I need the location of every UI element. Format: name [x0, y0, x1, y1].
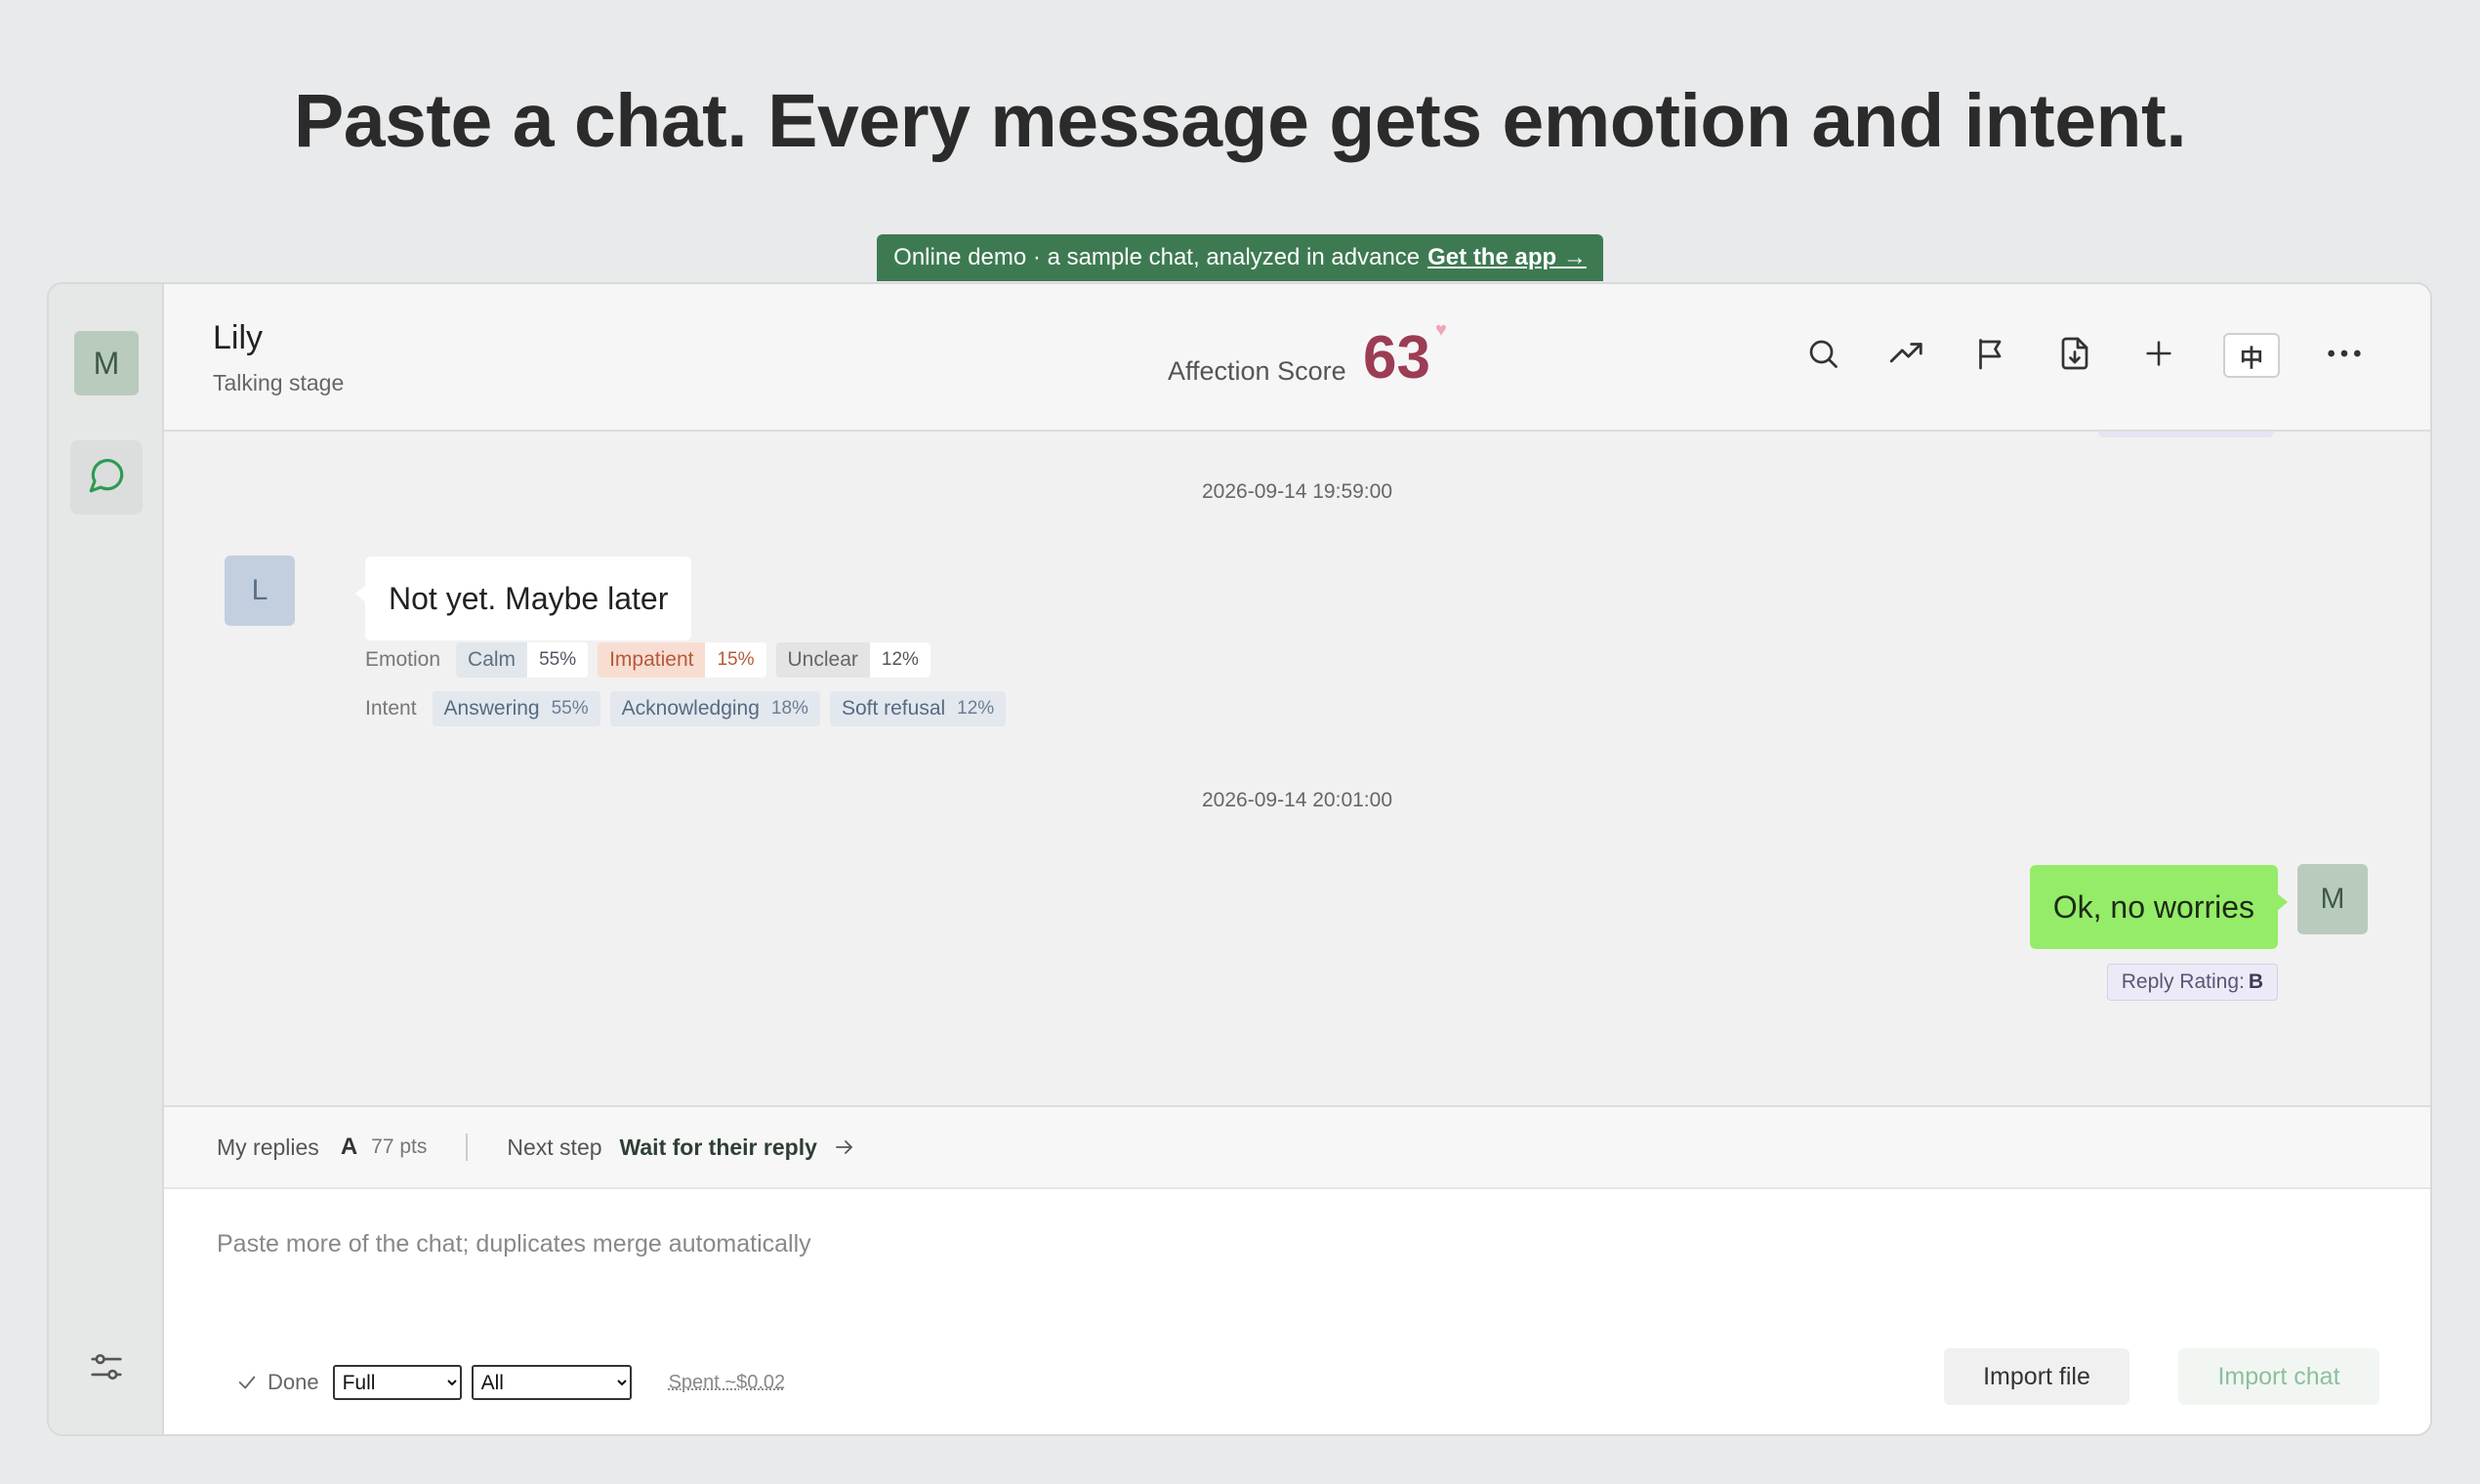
sidebar: M — [49, 284, 164, 1434]
intent-tag[interactable]: Soft refusal 12% — [829, 691, 1007, 726]
intent-tag[interactable]: Acknowledging 18% — [609, 691, 820, 726]
contact-name: Lily — [213, 319, 264, 356]
arrow-right-icon[interactable] — [833, 1135, 856, 1159]
contact-avatar[interactable]: L — [225, 556, 295, 626]
emotion-percent: 12% — [869, 642, 930, 678]
chat-header: Lily Talking stage Affection Score 63 ♥ — [164, 284, 2430, 432]
export-icon — [2057, 336, 2092, 376]
reply-rating-grade: B — [2248, 970, 2263, 993]
flag-icon — [1973, 336, 2008, 376]
emotion-label: Emotion — [365, 648, 441, 671]
emotion-percent: 55% — [527, 642, 589, 678]
heart-icon: ♥ — [1435, 319, 1447, 341]
import-file-button[interactable]: Import file — [1944, 1348, 2129, 1405]
more-icon — [2325, 334, 2364, 378]
status-divider — [466, 1134, 469, 1161]
previous-rating-badge — [2098, 432, 2274, 437]
contact-status: Talking stage — [213, 370, 345, 395]
emotion-tag[interactable]: Calm 55% — [456, 642, 589, 678]
language-toggle-button[interactable]: 中 — [2223, 333, 2280, 378]
intent-name: Soft refusal — [841, 697, 946, 720]
my-avatar[interactable]: M — [2297, 864, 2368, 934]
search-button[interactable] — [1803, 336, 1842, 375]
my-replies-grade: A — [340, 1134, 358, 1160]
composer-options: Done Full All Spent ~$0.02 — [236, 1365, 785, 1400]
sliders-icon — [88, 1348, 125, 1390]
plus-icon — [2142, 337, 2175, 375]
sidebar-avatar[interactable]: M — [74, 331, 139, 395]
intent-percent: 55% — [551, 698, 589, 719]
emotion-tag[interactable]: Impatient 15% — [598, 642, 766, 678]
next-step-label: Next step — [507, 1134, 602, 1160]
emotion-percent: 15% — [705, 642, 766, 678]
spent-cost[interactable]: Spent ~$0.02 — [669, 1372, 786, 1394]
reply-rating-badge[interactable]: Reply Rating: B — [2106, 964, 2278, 1001]
analysis-mode-select[interactable]: Full — [332, 1365, 462, 1400]
message-timestamp: 2026-09-14 20:01:00 — [1202, 789, 1392, 811]
intent-label: Intent — [365, 697, 417, 720]
header-toolbar: 中 — [1803, 333, 2364, 378]
search-icon — [1805, 336, 1840, 376]
trend-button[interactable] — [1887, 336, 1926, 375]
import-chat-button[interactable]: Import chat — [2178, 1348, 2379, 1405]
intent-percent: 12% — [957, 698, 995, 719]
flag-button[interactable] — [1971, 336, 2010, 375]
emotion-tags: Emotion Calm 55% Impatient 15% Unclear 12% — [365, 642, 930, 678]
message-text: Ok, no worries — [2052, 888, 2254, 925]
sidebar-settings-button[interactable] — [86, 1348, 127, 1389]
emotion-name: Unclear — [775, 642, 870, 678]
emotion-name: Impatient — [598, 642, 706, 678]
emotion-name: Calm — [456, 642, 528, 678]
demo-banner-text: Online demo · a sample chat, analyzed in… — [893, 244, 1421, 270]
reply-rating-label: Reply Rating: — [2121, 970, 2245, 993]
intent-name: Acknowledging — [621, 697, 760, 720]
trend-icon — [1888, 335, 1925, 377]
message-list[interactable]: 2026-09-14 19:59:00 L Not yet. Maybe lat… — [164, 432, 2430, 1105]
more-button[interactable] — [2325, 336, 2364, 375]
chat-main: Lily Talking stage Affection Score 63 ♥ — [164, 284, 2430, 1434]
incoming-message-bubble[interactable]: Not yet. Maybe later — [354, 556, 692, 640]
check-icon — [236, 1372, 258, 1393]
intent-percent: 18% — [770, 698, 808, 719]
message-timestamp: 2026-09-14 19:59:00 — [1202, 480, 1392, 503]
demo-banner: Online demo · a sample chat, analyzed in… — [877, 234, 1603, 281]
analysis-scope-select[interactable]: All — [471, 1365, 632, 1400]
intent-tags: Intent Answering 55% Acknowledging 18% Soft r… — [365, 691, 1007, 726]
chat-bubble-icon — [86, 455, 127, 501]
status-bar: My replies A 77 pts Next step Wait for t… — [164, 1105, 2430, 1189]
message-text: Not yet. Maybe later — [389, 580, 669, 616]
done-label: Done — [268, 1370, 319, 1394]
affection-label: Affection Score — [1168, 356, 1346, 386]
intent-name: Answering — [443, 697, 540, 720]
app-window: M Lily Talking stage Affection Score 63 … — [47, 282, 2432, 1436]
sidebar-item-chat[interactable] — [70, 440, 143, 515]
export-button[interactable] — [2055, 336, 2094, 375]
my-replies-label: My replies — [217, 1134, 319, 1160]
composer: Done Full All Spent ~$0.02 Import file I… — [164, 1189, 2430, 1434]
outgoing-message-bubble[interactable]: Ok, no worries — [2029, 865, 2289, 949]
get-app-link[interactable]: Get the app → — [1427, 244, 1587, 271]
chat-paste-input[interactable] — [217, 1215, 2072, 1273]
intent-tag[interactable]: Answering 55% — [432, 691, 600, 726]
emotion-tag[interactable]: Unclear 12% — [775, 642, 930, 678]
my-replies-points: 77 pts — [371, 1135, 428, 1158]
next-step-value[interactable]: Wait for their reply — [620, 1134, 817, 1161]
add-button[interactable] — [2139, 336, 2178, 375]
affection-score: 63 — [1363, 324, 1430, 392]
page-headline: Paste a chat. Every message gets emotion… — [293, 79, 2187, 163]
